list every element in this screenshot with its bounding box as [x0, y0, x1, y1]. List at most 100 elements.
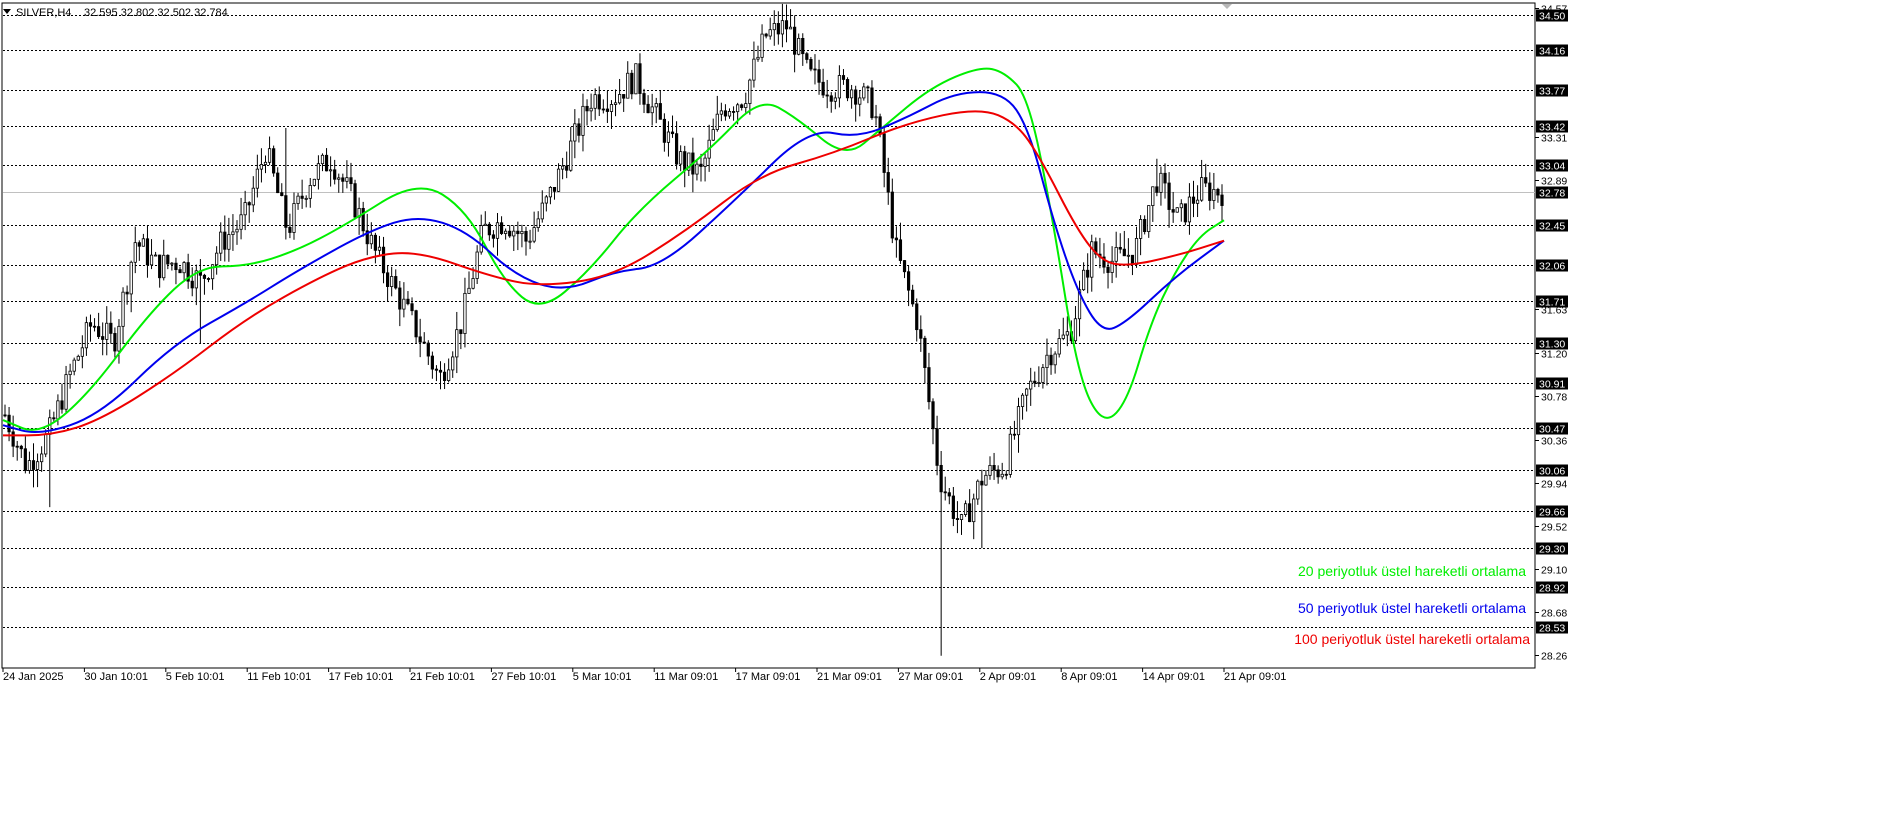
candle-body [980, 480, 984, 486]
candle-body [44, 433, 48, 455]
time-label: 14 Apr 09:01 [1143, 671, 1205, 683]
candle-body [984, 474, 988, 486]
candle-body [101, 336, 105, 340]
candle-body [679, 151, 683, 165]
candle-body [1012, 433, 1017, 436]
candle-body [801, 37, 805, 55]
time-label: 2 Apr 09:01 [980, 671, 1036, 683]
candle-body [341, 177, 345, 182]
candle-body [369, 234, 373, 245]
candle-body [1061, 334, 1065, 339]
level-value: 28.53 [1539, 623, 1565, 635]
candle-body [1163, 172, 1167, 184]
candle-body [833, 97, 837, 102]
candle-body [1147, 205, 1151, 233]
candle-body [373, 234, 377, 251]
candle-body [337, 177, 341, 180]
candle-body [959, 514, 964, 520]
candle-body [1134, 238, 1139, 265]
candle-body [1200, 177, 1204, 201]
candle-body [1179, 203, 1183, 209]
candle-body [817, 69, 821, 83]
level-value: 29.66 [1539, 507, 1565, 519]
candle-body [1126, 254, 1130, 257]
candle-body [911, 289, 915, 305]
candle-body [52, 417, 56, 420]
candle-body [121, 291, 125, 327]
candle-body [333, 169, 337, 180]
candle-body [467, 287, 471, 294]
chart-svg[interactable]: 34.5034.1633.7733.4233.0432.7832.4532.06… [0, 0, 1878, 820]
candle-body [353, 183, 357, 218]
level-value: 28.92 [1539, 583, 1565, 595]
level-value: 33.77 [1539, 86, 1565, 98]
level-value: 30.47 [1539, 424, 1565, 436]
candle-body [968, 503, 972, 523]
candle-body [312, 178, 316, 186]
candle-body [1204, 177, 1208, 184]
candle-body [1138, 219, 1143, 239]
candle-body [650, 106, 654, 114]
candle-body [80, 347, 84, 357]
candle-body [862, 86, 866, 99]
time-axis[interactable]: 24 Jan 2025 30 Jan 10:01 5 Feb 10:01 11 Feb… [2, 668, 1286, 683]
candle-body [386, 272, 390, 287]
candle-body [459, 329, 463, 334]
candle-body [552, 186, 557, 192]
time-label: 27 Feb 10:01 [491, 671, 556, 683]
ohlc-values: 32.595 32.802 32.502 32.784 [84, 7, 228, 19]
candle-body [1086, 269, 1090, 278]
candle-body [1183, 203, 1187, 223]
tick-label: 30.36 [1541, 436, 1567, 448]
candle-body [935, 428, 939, 466]
level-value: 34.16 [1539, 46, 1565, 58]
candle-body [1171, 209, 1175, 213]
candle-body [719, 110, 723, 115]
candle-body [841, 75, 846, 80]
candle-body [736, 104, 740, 113]
candle-body [768, 29, 772, 37]
candle-body [744, 103, 748, 108]
candle-body [536, 218, 540, 228]
candle-body [1122, 248, 1126, 257]
candle-body [390, 276, 394, 287]
tick-label: 29.52 [1541, 522, 1567, 534]
candle-body [931, 401, 935, 430]
level-value: 32.06 [1539, 261, 1565, 273]
candle-body [585, 105, 589, 112]
candle-body [976, 480, 980, 500]
candle-body [178, 269, 182, 274]
candle-body [251, 187, 255, 206]
candle-body [235, 228, 239, 233]
candle-body [1037, 382, 1041, 384]
candle-body [296, 195, 300, 204]
candle-body [886, 172, 890, 193]
candle-body [703, 157, 707, 167]
level-value: 30.06 [1539, 466, 1565, 478]
candle-body [613, 102, 618, 105]
candle-body [1025, 388, 1029, 396]
candle-body [190, 280, 194, 289]
candle-body [919, 329, 923, 339]
candle-body [898, 239, 903, 261]
candle-body [31, 460, 36, 470]
time-label: 21 Feb 10:01 [410, 671, 475, 683]
candle-body [569, 140, 573, 171]
candle-body [988, 465, 992, 476]
time-label: 27 Mar 09:01 [898, 671, 963, 683]
price-axis[interactable]: 34.5034.1633.7733.4233.0432.7832.4532.06… [1535, 4, 1568, 663]
candle-body [72, 359, 76, 372]
candle-body [951, 495, 955, 519]
candle-body [23, 448, 27, 471]
candle-body [430, 355, 434, 370]
tick-label: 29.10 [1541, 565, 1567, 577]
candle-body [1106, 266, 1110, 273]
candle-body [170, 262, 174, 265]
candle-body [646, 103, 650, 114]
candle-body [996, 469, 1000, 478]
candle-body [215, 252, 219, 266]
candle-body [540, 202, 544, 220]
candle-body [589, 107, 593, 112]
candle-body [939, 464, 943, 493]
candle-body [495, 222, 500, 239]
